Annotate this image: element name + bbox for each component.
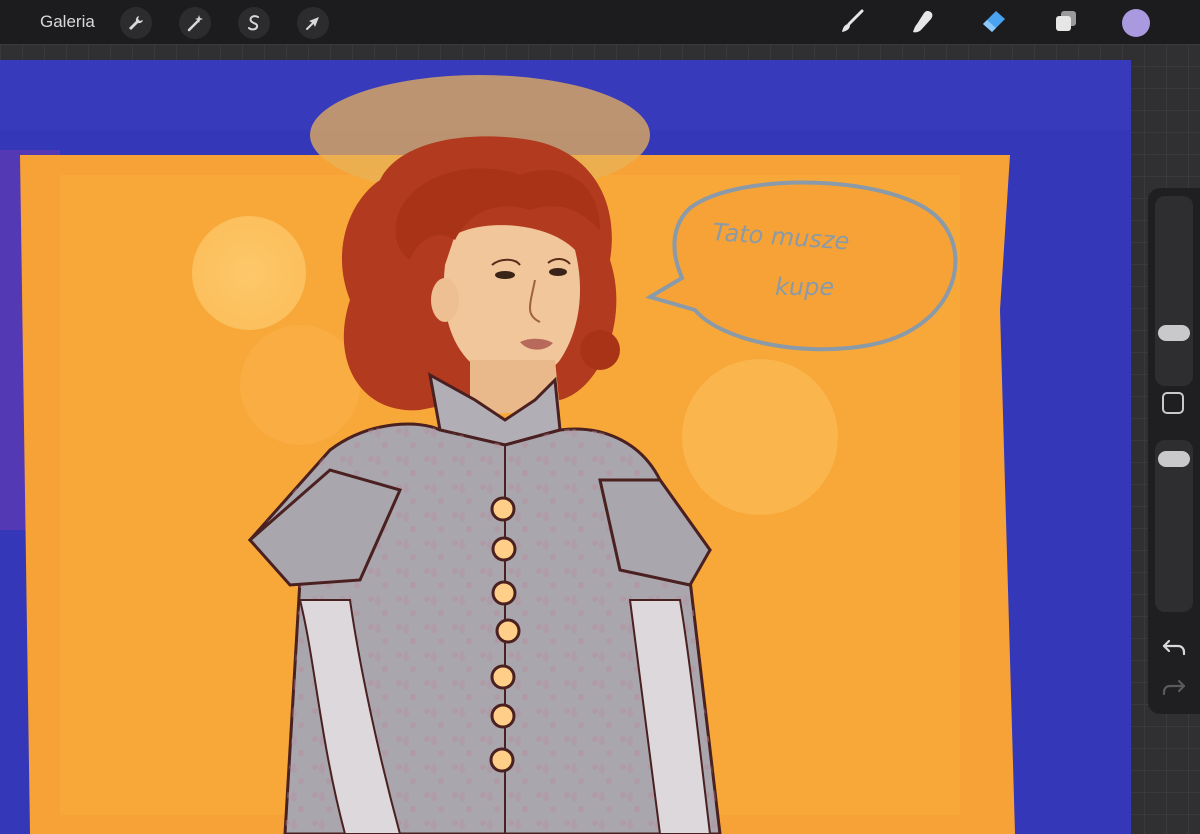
smudge-tool[interactable] xyxy=(907,6,939,38)
redo-button[interactable] xyxy=(1160,676,1188,700)
bokeh-light xyxy=(192,216,306,330)
eraser-icon xyxy=(983,11,1005,32)
undo-icon xyxy=(1162,639,1186,656)
adjustments-button[interactable] xyxy=(179,7,211,39)
brush-icon xyxy=(842,9,864,32)
brush-size-thumb[interactable] xyxy=(1158,324,1190,341)
arrow-cursor-icon xyxy=(306,17,319,30)
magic-wand-icon xyxy=(187,15,203,32)
opacity-slider[interactable] xyxy=(1155,440,1193,612)
redo-icon xyxy=(1162,679,1186,696)
top-toolbar: Galeria xyxy=(0,0,1200,44)
selection-button[interactable] xyxy=(238,7,270,39)
smudge-icon xyxy=(913,11,933,33)
gallery-button[interactable]: Galeria xyxy=(40,12,95,32)
wrench-icon xyxy=(129,16,143,30)
selection-s-icon xyxy=(248,15,259,31)
undo-button[interactable] xyxy=(1160,636,1188,660)
eraser-tool[interactable] xyxy=(977,6,1009,38)
opacity-thumb[interactable] xyxy=(1158,451,1190,468)
artwork: Tato musze kupe xyxy=(0,60,1131,834)
bokeh-light xyxy=(682,359,838,515)
layers-button[interactable] xyxy=(1050,6,1082,38)
speech-text-line2: kupe xyxy=(775,273,834,301)
layers-icon xyxy=(1056,11,1076,31)
drawing-canvas[interactable]: Tato musze kupe xyxy=(0,60,1131,834)
transform-button[interactable] xyxy=(297,7,329,39)
brush-tool[interactable] xyxy=(836,6,868,38)
modify-button[interactable] xyxy=(1162,392,1184,414)
brush-size-slider[interactable] xyxy=(1155,196,1193,386)
side-toolbar xyxy=(1148,188,1200,714)
actions-button[interactable] xyxy=(120,7,152,39)
color-picker-button[interactable] xyxy=(1122,9,1150,37)
